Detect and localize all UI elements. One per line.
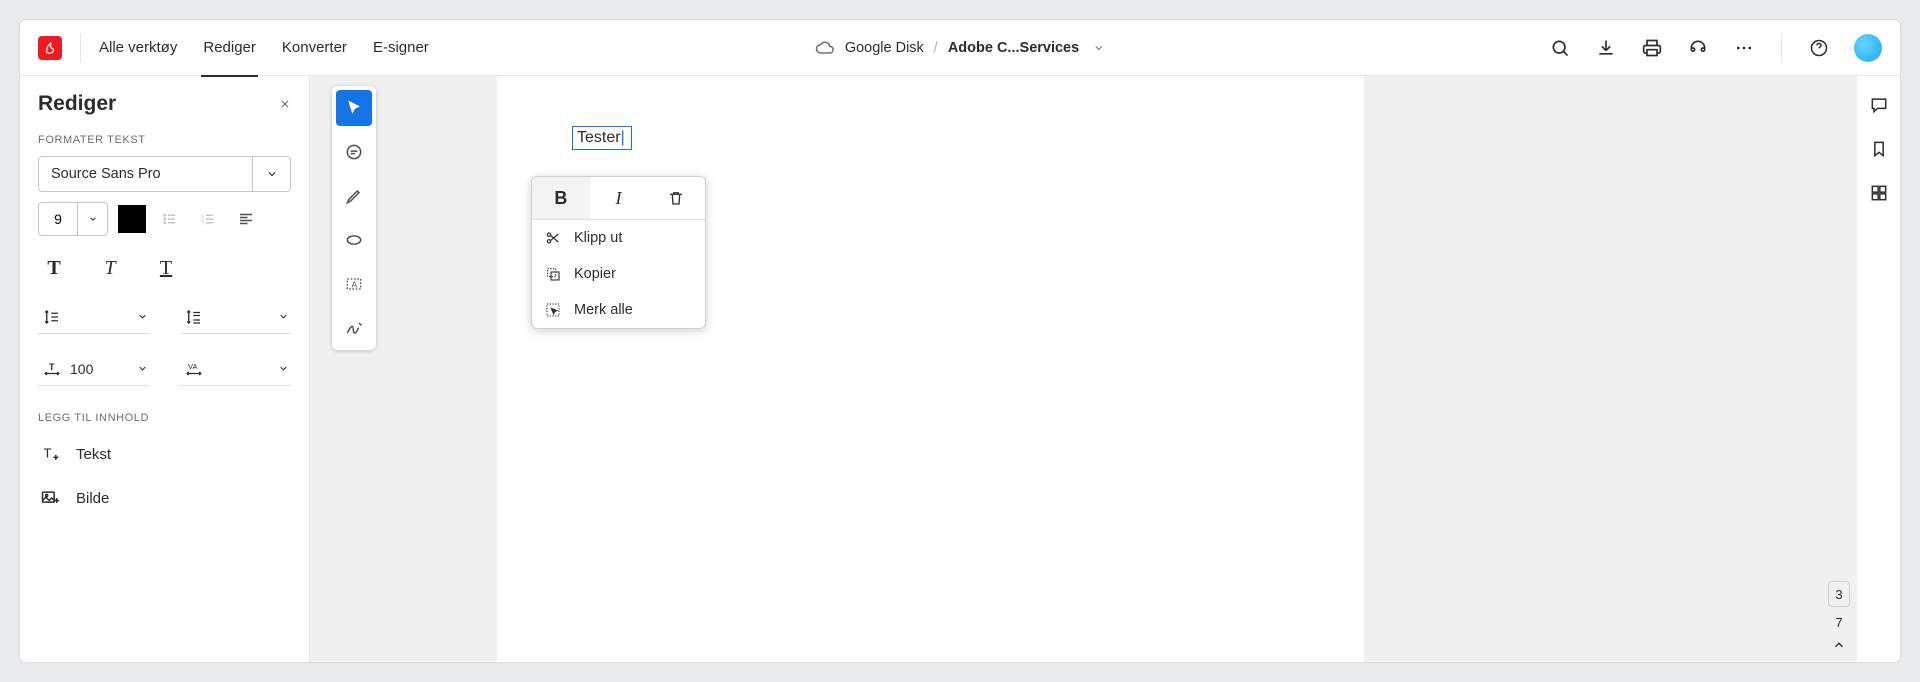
download-icon[interactable]: [1595, 37, 1617, 59]
nav-edit[interactable]: Rediger: [203, 20, 256, 76]
ctx-delete-button[interactable]: [647, 177, 705, 219]
font-family-select[interactable]: Source Sans Pro: [38, 156, 291, 192]
panel-title: Rediger: [38, 92, 116, 116]
nav-esign[interactable]: E-signer: [373, 20, 429, 76]
font-family-value: Source Sans Pro: [39, 157, 252, 191]
draw-tool[interactable]: [336, 222, 372, 258]
add-content-label: LEGG TIL INNHOLD: [38, 412, 291, 424]
tool-rail: A: [332, 86, 376, 350]
panel-close-icon[interactable]: [279, 98, 291, 110]
chevron-down-icon[interactable]: [137, 311, 148, 322]
underline-button[interactable]: T: [150, 254, 182, 282]
svg-text:VA: VA: [188, 362, 197, 371]
comment-tool[interactable]: [336, 134, 372, 170]
editable-text-box[interactable]: Tester|: [572, 126, 632, 150]
chevron-down-icon[interactable]: [278, 311, 289, 322]
main-nav: Alle verktøy Rediger Konverter E-signer: [99, 20, 429, 76]
svg-text:T: T: [43, 445, 51, 460]
character-spacing-select[interactable]: VA: [180, 352, 292, 386]
chevron-down-icon[interactable]: [278, 363, 289, 374]
add-image-button[interactable]: Bilde: [38, 478, 291, 518]
add-text-button[interactable]: T Tekst: [38, 434, 291, 474]
filename-dropdown[interactable]: [1093, 42, 1105, 54]
horizontal-scale-select[interactable]: T 100: [38, 352, 150, 386]
document-page[interactable]: Tester| B I Klipp ut Kopier: [497, 76, 1364, 662]
font-size-select[interactable]: 9: [38, 202, 108, 236]
top-actions: [1549, 34, 1882, 62]
context-menu: B I Klipp ut Kopier Merk alle: [531, 176, 706, 329]
font-family-dropdown-icon[interactable]: [252, 157, 290, 191]
add-textbox-tool[interactable]: A: [336, 266, 372, 302]
page-collapse-icon[interactable]: [1832, 638, 1846, 652]
current-page[interactable]: 3: [1828, 581, 1850, 607]
font-size-value: 9: [39, 203, 77, 235]
align-button[interactable]: [232, 205, 260, 233]
print-icon[interactable]: [1641, 37, 1663, 59]
horizontal-scale-icon: T: [40, 357, 64, 381]
text-content: Tester: [577, 129, 621, 146]
paragraph-spacing-select[interactable]: [180, 300, 292, 334]
bookmarks-panel-icon[interactable]: [1868, 138, 1890, 160]
italic-button[interactable]: T: [94, 254, 126, 282]
character-spacing-icon: VA: [182, 357, 206, 381]
add-image-label: Bilde: [76, 490, 109, 507]
comments-panel-icon[interactable]: [1868, 94, 1890, 116]
search-icon[interactable]: [1549, 37, 1571, 59]
page-indicator: 3 7: [1828, 581, 1850, 652]
text-color-swatch[interactable]: [118, 205, 146, 233]
headphones-icon[interactable]: [1687, 37, 1709, 59]
total-pages: 7: [1835, 615, 1842, 630]
horizontal-scale-value: 100: [64, 361, 137, 377]
ctx-select-all[interactable]: Merk alle: [532, 292, 705, 328]
svg-text:A: A: [352, 279, 358, 289]
add-text-icon: T: [38, 442, 62, 466]
font-size-dropdown-icon[interactable]: [77, 203, 107, 235]
line-spacing-icon: [40, 305, 64, 329]
divider: [80, 34, 81, 62]
add-image-icon: [38, 486, 62, 510]
copy-icon: [544, 265, 562, 283]
breadcrumb-source[interactable]: Google Disk: [845, 40, 924, 56]
nav-convert[interactable]: Konverter: [282, 20, 347, 76]
ctx-bold-button[interactable]: B: [532, 177, 590, 219]
divider: [1781, 34, 1782, 62]
thumbnails-panel-icon[interactable]: [1868, 182, 1890, 204]
ctx-cut[interactable]: Klipp ut: [532, 220, 705, 256]
add-text-label: Tekst: [76, 446, 111, 463]
ctx-italic-button[interactable]: I: [590, 177, 648, 219]
signature-tool[interactable]: [336, 310, 372, 346]
paragraph-spacing-icon: [182, 305, 206, 329]
avatar[interactable]: [1854, 34, 1882, 62]
more-icon[interactable]: [1733, 37, 1755, 59]
edit-panel: Rediger FORMATER TEKST Source Sans Pro 9…: [20, 76, 310, 662]
select-tool[interactable]: [336, 90, 372, 126]
svg-text:T: T: [49, 361, 55, 371]
breadcrumb: Google Disk / Adobe C...Services: [815, 38, 1105, 58]
highlight-tool[interactable]: [336, 178, 372, 214]
ctx-copy[interactable]: Kopier: [532, 256, 705, 292]
main-area: Rediger FORMATER TEKST Source Sans Pro 9…: [20, 76, 1900, 662]
ctx-select-all-label: Merk alle: [574, 302, 633, 318]
bold-button[interactable]: T: [38, 254, 70, 282]
select-all-icon: [544, 301, 562, 319]
app-logo: [38, 36, 62, 60]
top-bar: Alle verktøy Rediger Konverter E-signer …: [20, 20, 1900, 76]
svg-text:3: 3: [201, 220, 204, 225]
chevron-down-icon[interactable]: [137, 363, 148, 374]
format-text-label: FORMATER TEKST: [38, 134, 291, 146]
ctx-copy-label: Kopier: [574, 266, 616, 282]
ctx-cut-label: Klipp ut: [574, 230, 622, 246]
line-spacing-select[interactable]: [38, 300, 150, 334]
help-icon[interactable]: [1808, 37, 1830, 59]
cloud-icon: [815, 38, 835, 58]
right-rail: [1856, 76, 1900, 662]
breadcrumb-separator: /: [934, 40, 938, 56]
numbered-list-button: 123: [194, 205, 222, 233]
bullet-list-button: [156, 205, 184, 233]
nav-all-tools[interactable]: Alle verktøy: [99, 20, 177, 76]
breadcrumb-filename[interactable]: Adobe C...Services: [948, 40, 1079, 56]
scissors-icon: [544, 229, 562, 247]
canvas-area: A Tester| B I Klipp ut: [310, 76, 1856, 662]
